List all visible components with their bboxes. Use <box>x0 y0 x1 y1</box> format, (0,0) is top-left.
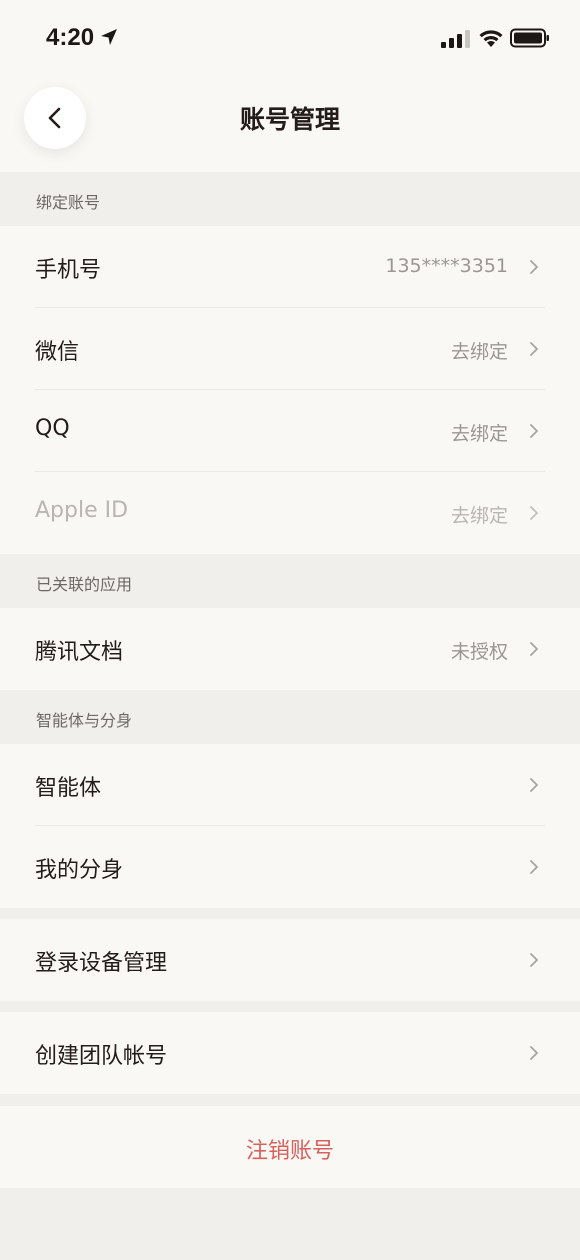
cellular-signal-icon <box>441 30 470 48</box>
row-label: 智能体 <box>35 776 102 801</box>
row-my-clone[interactable]: 我的分身 <box>0 826 580 908</box>
wifi-icon <box>479 30 503 47</box>
row-value: 135****3351 <box>385 255 508 277</box>
location-arrow-icon <box>101 29 117 45</box>
row-agent[interactable]: 智能体 <box>0 744 580 826</box>
row-label: QQ <box>35 416 70 441</box>
row-wechat[interactable]: 微信 去绑定 <box>0 308 580 390</box>
row-value: 去绑定 <box>450 341 508 363</box>
section-header-label: 绑定账号 <box>36 193 101 212</box>
row-label: 我的分身 <box>35 858 124 883</box>
row-value: 去绑定 <box>450 423 508 445</box>
team-list: 创建团队帐号 <box>0 1012 580 1094</box>
row-label: 登录设备管理 <box>35 951 168 976</box>
page-title: 账号管理 <box>239 105 340 134</box>
deactivate-account-label: 注销账号 <box>245 1139 334 1164</box>
section-header-linked-apps: 已关联的应用 <box>0 554 580 608</box>
row-create-team-account[interactable]: 创建团队帐号 <box>0 1012 580 1094</box>
row-apple-id[interactable]: Apple ID 去绑定 <box>0 472 580 554</box>
chevron-right-icon <box>530 778 538 792</box>
devices-list: 登录设备管理 <box>0 919 580 1001</box>
row-value: 去绑定 <box>450 505 508 527</box>
deactivate-account-button[interactable]: 注销账号 <box>0 1106 580 1188</box>
row-label: 创建团队帐号 <box>35 1044 168 1069</box>
row-phone[interactable]: 手机号 135****3351 <box>0 226 580 308</box>
navigation-bar: 账号管理 <box>0 78 580 172</box>
status-bar: 4:20 <box>0 0 580 78</box>
section-header-label: 智能体与分身 <box>36 711 133 730</box>
agents-list: 智能体 我的分身 <box>0 744 580 908</box>
row-label: 微信 <box>35 340 80 365</box>
row-value: 未授权 <box>450 641 508 663</box>
section-header-agents: 智能体与分身 <box>0 690 580 744</box>
chevron-right-icon <box>530 1046 538 1060</box>
status-time: 4:20 <box>46 24 95 51</box>
row-label: Apple ID <box>35 498 129 523</box>
chevron-right-icon <box>530 860 538 874</box>
linked-apps-list: 腾讯文档 未授权 <box>0 608 580 690</box>
row-label: 腾讯文档 <box>35 640 124 665</box>
chevron-right-icon <box>530 342 538 356</box>
section-header-label: 已关联的应用 <box>36 575 133 594</box>
chevron-right-icon <box>530 260 538 274</box>
chevron-right-icon <box>530 424 538 438</box>
battery-icon <box>510 28 549 48</box>
chevron-right-icon <box>530 642 538 656</box>
row-login-devices[interactable]: 登录设备管理 <box>0 919 580 1001</box>
row-label: 手机号 <box>35 258 102 283</box>
chevron-right-icon <box>530 506 538 520</box>
chevron-right-icon <box>530 953 538 967</box>
account-management-screen: 4:20 账号管理 绑定账号 手机号 135****3351 微信 去绑定 QQ… <box>0 0 580 1260</box>
bind-accounts-list: 手机号 135****3351 微信 去绑定 QQ 去绑定 Apple ID 去… <box>0 226 580 554</box>
section-header-bind: 绑定账号 <box>0 172 580 226</box>
row-qq[interactable]: QQ 去绑定 <box>0 390 580 472</box>
row-tencent-docs[interactable]: 腾讯文档 未授权 <box>0 608 580 690</box>
